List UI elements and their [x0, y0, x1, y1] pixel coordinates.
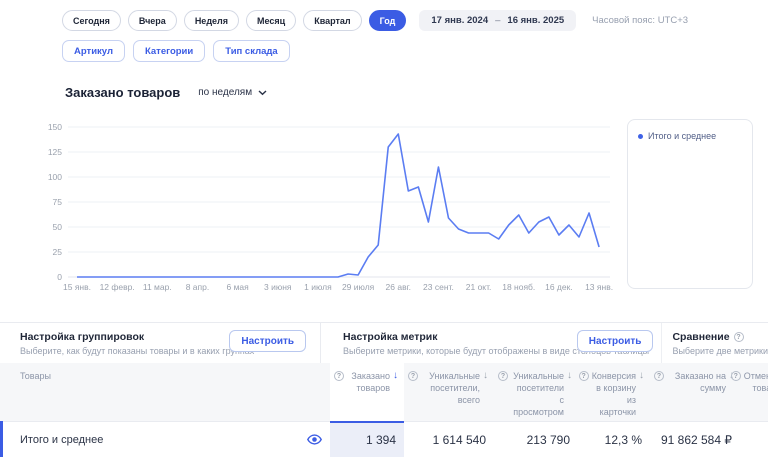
sort-arrow-icon[interactable]: ↓: [639, 371, 644, 421]
sort-arrow-icon[interactable]: ↓: [567, 371, 572, 421]
help-icon[interactable]: ?: [579, 371, 589, 381]
column-header-4[interactable]: ?Заказано на сумму↓: [650, 363, 740, 421]
comparison-subtitle: Выберите две метрики: [672, 346, 768, 356]
series-line: [77, 134, 599, 277]
granularity-value: по неделям: [198, 87, 252, 98]
date-range-separator: –: [495, 15, 500, 26]
visibility-eye-icon[interactable]: [307, 434, 322, 445]
x-tick-label: 8 апр.: [186, 282, 210, 292]
column-header-label: Конверсия в корзину из карточки товара: [592, 370, 636, 421]
column-header-1[interactable]: ?Уникальные посетители, всего↓: [404, 363, 494, 421]
row-value-cell-2[interactable]: 213 790: [494, 421, 578, 457]
dimension-filter-row: Артикул Категории Тип склада: [62, 40, 298, 62]
help-icon[interactable]: ?: [334, 371, 344, 381]
date-range-start: 17 янв. 2024: [431, 15, 488, 26]
row-name-cell[interactable]: Итого и среднее: [0, 421, 330, 457]
chart-svg: 0 25 50 75 100 125 150 15 янв. 12 февр. 11 мар. 8 …: [30, 118, 615, 296]
table-row: Итого и среднее 1 3941 614 540213 79012,3…: [0, 421, 768, 457]
legend-dot-icon: [638, 134, 643, 139]
column-header-products[interactable]: Товары: [0, 363, 330, 421]
column-header-2[interactable]: ?Уникальные посетители с просмотром карт…: [494, 363, 578, 421]
grouping-configure-button[interactable]: Настроить: [229, 330, 306, 352]
comparison-title: Сравнение ?: [672, 331, 768, 343]
column-header-label: Заказано товаров: [347, 370, 390, 421]
analytics-page: Сегодня Вчера Неделя Месяц Квартал Год 17 янв…: [0, 0, 768, 457]
period-pill-неделя[interactable]: Неделя: [184, 10, 239, 31]
column-header-label: Уникальные посетители, всего: [421, 370, 480, 421]
period-pill-квартал[interactable]: Квартал: [303, 10, 361, 31]
dimension-pill-1[interactable]: Категории: [133, 40, 205, 62]
help-icon[interactable]: ?: [408, 371, 418, 381]
x-tick-label: 18 нояб.: [502, 282, 535, 292]
x-tick-label: 13 янв.: [585, 282, 613, 292]
row-selection-accent: [0, 421, 3, 457]
column-header-label: Отменено товаров: [744, 370, 768, 421]
period-pill-вчера[interactable]: Вчера: [128, 10, 177, 31]
y-tick-label: 25: [53, 247, 63, 257]
row-value-cell-5[interactable]: [740, 421, 768, 457]
column-header-products-label: Товары: [20, 370, 51, 421]
period-filter-row: Сегодня Вчера Неделя Месяц Квартал Год 17 янв…: [62, 10, 688, 31]
orders-line-chart: 0 25 50 75 100 125 150 15 янв. 12 февр. 11 мар. 8 …: [30, 118, 615, 301]
x-tick-label: 26 авг.: [386, 282, 411, 292]
y-tick-label: 50: [53, 222, 63, 232]
x-tick-label: 3 июня: [264, 282, 292, 292]
table-header-row: Товары?Заказано товаров↓?Уникальные посе…: [0, 363, 768, 421]
row-value-cell-3[interactable]: 12,3 %: [578, 421, 650, 457]
chevron-down-icon: [258, 90, 267, 96]
period-pill-месяц[interactable]: Месяц: [246, 10, 296, 31]
y-tick-label: 125: [48, 147, 62, 157]
chart-header: Заказано товаров по неделям: [65, 85, 267, 100]
row-value-cell-0[interactable]: 1 394: [330, 421, 404, 457]
sort-arrow-icon[interactable]: ↓: [393, 371, 398, 421]
x-tick-label: 6 мая: [227, 282, 250, 292]
row-name: Итого и среднее: [20, 434, 103, 446]
legend-item[interactable]: Итого и среднее: [638, 131, 742, 141]
period-pills: Сегодня Вчера Неделя Месяц Квартал Год: [62, 10, 413, 31]
column-header-3[interactable]: ?Конверсия в корзину из карточки товара↓: [578, 363, 650, 421]
y-tick-label: 150: [48, 122, 62, 132]
config-section: Настройка группировок Выберите, как буду…: [0, 323, 768, 363]
period-pill-сегодня[interactable]: Сегодня: [62, 10, 121, 31]
date-range-picker[interactable]: 17 янв. 2024 – 16 янв. 2025: [419, 10, 576, 31]
x-tick-label: 11 мар.: [143, 282, 172, 292]
dimension-pill-2[interactable]: Тип склада: [213, 40, 289, 62]
row-value-cell-4[interactable]: 91 862 584 ₽: [650, 421, 740, 457]
metrics-configure-button[interactable]: Настроить: [577, 330, 654, 352]
help-icon[interactable]: ?: [731, 371, 741, 381]
help-icon[interactable]: ?: [734, 332, 744, 342]
column-header-0[interactable]: ?Заказано товаров↓: [330, 363, 404, 421]
x-tick-label: 29 июля: [342, 282, 375, 292]
y-tick-label: 75: [53, 197, 63, 207]
comparison-panel: Сравнение ? Выберите две метрики: [661, 323, 768, 363]
period-pill-год[interactable]: Год: [369, 10, 407, 31]
legend-label: Итого и среднее: [648, 131, 716, 141]
date-range-end: 16 янв. 2025: [507, 15, 564, 26]
chart-title: Заказано товаров: [65, 85, 180, 100]
sort-arrow-icon[interactable]: ↓: [483, 371, 488, 421]
x-tick-label: 12 февр.: [100, 282, 135, 292]
granularity-dropdown[interactable]: по неделям: [198, 87, 267, 98]
y-tick-label: 100: [48, 172, 62, 182]
column-header-5[interactable]: ?Отменено товаров↓: [740, 363, 768, 421]
help-icon[interactable]: ?: [654, 371, 664, 381]
x-tick-label: 23 сент.: [423, 282, 454, 292]
metrics-config-panel: Настройка метрик Выберите метрики, котор…: [320, 323, 661, 363]
timezone-label: Часовой пояс: UTC+3: [592, 15, 688, 26]
y-tick-label: 0: [57, 272, 62, 282]
x-tick-label: 15 янв.: [63, 282, 91, 292]
x-tick-label: 1 июля: [304, 282, 332, 292]
chart-legend: Итого и среднее: [627, 119, 753, 289]
comparison-title-text: Сравнение: [672, 331, 729, 343]
help-icon[interactable]: ?: [498, 371, 508, 381]
dimension-pill-0[interactable]: Артикул: [62, 40, 125, 62]
x-tick-label: 21 окт.: [466, 282, 492, 292]
row-value-cell-1[interactable]: 1 614 540: [404, 421, 494, 457]
grouping-config-panel: Настройка группировок Выберите, как буду…: [0, 323, 320, 363]
column-header-label: Уникальные посетители с просмотром карто…: [511, 370, 564, 421]
x-tick-label: 16 дек.: [545, 282, 573, 292]
column-header-label: Заказано на сумму: [667, 370, 726, 421]
